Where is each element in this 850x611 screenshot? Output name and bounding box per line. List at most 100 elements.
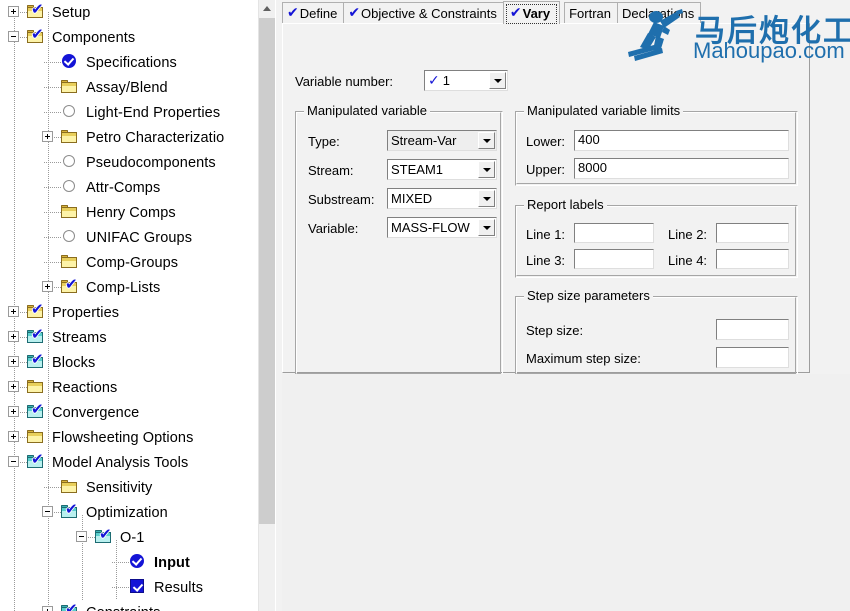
- collapse-icon[interactable]: [8, 456, 19, 467]
- tree-item-comp-groups[interactable]: Comp-Groups: [0, 250, 258, 275]
- tree-item-henry-comps[interactable]: Henry Comps: [0, 200, 258, 225]
- variable-number-value: 1: [442, 72, 450, 88]
- line2-input[interactable]: [716, 223, 789, 243]
- tree-item-reactions[interactable]: Reactions: [0, 375, 258, 400]
- tree-item-specifications[interactable]: Specifications: [0, 50, 258, 75]
- stream-combo[interactable]: STEAM1: [387, 159, 497, 180]
- expand-icon[interactable]: [8, 306, 19, 317]
- tree-connector: [112, 562, 129, 563]
- variable-number-combo[interactable]: ✓ 1: [424, 70, 508, 91]
- tree-item-label: Flowsheeting Options: [52, 429, 194, 446]
- tree-item-blocks[interactable]: ✔ Blocks: [0, 350, 258, 375]
- tree-connector: [44, 87, 61, 88]
- tree-item-petro-characterizatio[interactable]: Petro Characterizatio: [0, 125, 258, 150]
- tree-item-results[interactable]: Results: [0, 575, 258, 600]
- sidebar-vertical-scrollbar[interactable]: [258, 0, 275, 611]
- line4-label: Line 4:: [668, 253, 708, 268]
- tree-item-optimization[interactable]: ✔ Optimization: [0, 500, 258, 525]
- navigation-tree[interactable]: ✔ Setup ✔ Components Specifications Assay/Ble…: [0, 0, 258, 611]
- tree-item-label: Specifications: [86, 54, 177, 71]
- report-labels-group: Report labels Line 1: Line 2: Line 3: Li…: [515, 198, 798, 278]
- tree-item-components[interactable]: ✔ Components: [0, 25, 258, 50]
- tree-item-label: Components: [52, 29, 136, 46]
- tree-item-label: Properties: [52, 304, 120, 321]
- tab-label: Declarations: [622, 5, 695, 21]
- tree-item-constraints[interactable]: ✔ Constraints: [0, 600, 258, 611]
- expand-icon[interactable]: [8, 331, 19, 342]
- step-size-input[interactable]: [716, 319, 789, 340]
- expand-icon[interactable]: [42, 606, 53, 611]
- folder-check-yellow-icon: ✔: [27, 2, 45, 19]
- chevron-down-icon[interactable]: [478, 161, 495, 178]
- scrollbar-thumb[interactable]: [259, 18, 275, 524]
- tree-item-label: Setup: [52, 4, 91, 21]
- tab-vary[interactable]: ✔ Vary: [502, 1, 561, 24]
- folder-yellow-icon: [61, 129, 79, 144]
- tab-define[interactable]: ✔ Define: [282, 2, 345, 23]
- tree-item-pseudocomponents[interactable]: Pseudocomponents: [0, 150, 258, 175]
- tab-fortran[interactable]: Fortran: [564, 2, 619, 23]
- folder-check-teal-icon: ✔: [95, 527, 113, 544]
- tree-item-attr-comps[interactable]: Attr-Comps: [0, 175, 258, 200]
- tree-item-input[interactable]: Input: [0, 550, 258, 575]
- tree-item-assay-blend[interactable]: Assay/Blend: [0, 75, 258, 100]
- folder-yellow-icon: [61, 79, 79, 94]
- tree-item-label: Pseudocomponents: [86, 154, 216, 171]
- lower-limit-input[interactable]: 400: [574, 130, 789, 151]
- tree-item-sensitivity[interactable]: Sensitivity: [0, 475, 258, 500]
- tree-item-comp-lists[interactable]: ✔ Comp-Lists: [0, 275, 258, 300]
- variable-number-label: Variable number:: [295, 74, 394, 89]
- tree-item-model-analysis-tools[interactable]: ✔ Model Analysis Tools: [0, 450, 258, 475]
- variable-combo[interactable]: MASS-FLOW: [387, 217, 497, 238]
- tree-item-label: Constraints: [86, 605, 160, 611]
- substream-label: Substream:: [308, 192, 375, 207]
- line1-input[interactable]: [574, 223, 654, 243]
- type-combo[interactable]: Stream-Var: [387, 130, 497, 151]
- form-background: [282, 374, 850, 611]
- tree-connector: [44, 187, 61, 188]
- line3-input[interactable]: [574, 249, 654, 269]
- check-icon: ✓: [428, 72, 440, 89]
- expand-icon[interactable]: [42, 281, 53, 292]
- tab-objective-constraints[interactable]: ✔ Objective & Constraints: [343, 2, 504, 23]
- collapse-icon[interactable]: [8, 31, 19, 42]
- tree-item-label: Blocks: [52, 354, 96, 371]
- tab-bar[interactable]: ✔ Define ✔ Objective & Constraints ✔ Vary Fort…: [282, 1, 850, 24]
- folder-yellow-icon: [61, 204, 79, 219]
- tree-item-setup[interactable]: ✔ Setup: [0, 0, 258, 25]
- expand-icon[interactable]: [8, 356, 19, 367]
- tree-item-streams[interactable]: ✔ Streams: [0, 325, 258, 350]
- chevron-down-icon[interactable]: [478, 219, 495, 236]
- tree-item-unifac-groups[interactable]: UNIFAC Groups: [0, 225, 258, 250]
- tree-connector: [44, 62, 61, 63]
- expand-icon[interactable]: [8, 431, 19, 442]
- tree-item-convergence[interactable]: ✔ Convergence: [0, 400, 258, 425]
- tree-connector: [112, 587, 129, 588]
- step-size-label: Step size:: [526, 323, 584, 338]
- expand-icon[interactable]: [8, 406, 19, 417]
- tree-item-light-end-properties[interactable]: Light-End Properties: [0, 100, 258, 125]
- line4-input[interactable]: [716, 249, 789, 269]
- folder-check-yellow-icon: ✔: [61, 277, 79, 294]
- tree-item-o-1[interactable]: ✔ O-1: [0, 525, 258, 550]
- expand-icon[interactable]: [8, 6, 19, 17]
- tab-declarations[interactable]: Declarations: [617, 2, 702, 23]
- chevron-down-icon[interactable]: [478, 132, 495, 149]
- scroll-up-arrow-icon[interactable]: [259, 0, 275, 17]
- chevron-down-icon[interactable]: [489, 72, 506, 89]
- tree-item-properties[interactable]: ✔ Properties: [0, 300, 258, 325]
- maximum-step-size-input[interactable]: [716, 347, 789, 368]
- line1-label: Line 1:: [526, 227, 566, 242]
- expand-icon[interactable]: [42, 131, 53, 142]
- substream-combo[interactable]: MIXED: [387, 188, 497, 209]
- upper-limit-input[interactable]: 8000: [574, 158, 789, 179]
- collapse-icon[interactable]: [76, 531, 87, 542]
- hollow-circle-icon: [61, 229, 79, 244]
- tab-label: Define: [299, 5, 338, 21]
- expand-icon[interactable]: [8, 381, 19, 392]
- collapse-icon[interactable]: [42, 506, 53, 517]
- chevron-down-icon[interactable]: [478, 190, 495, 207]
- folder-check-teal-icon: ✔: [27, 352, 45, 369]
- tree-item-flowsheeting-options[interactable]: Flowsheeting Options: [0, 425, 258, 450]
- folder-yellow-icon: [27, 429, 45, 444]
